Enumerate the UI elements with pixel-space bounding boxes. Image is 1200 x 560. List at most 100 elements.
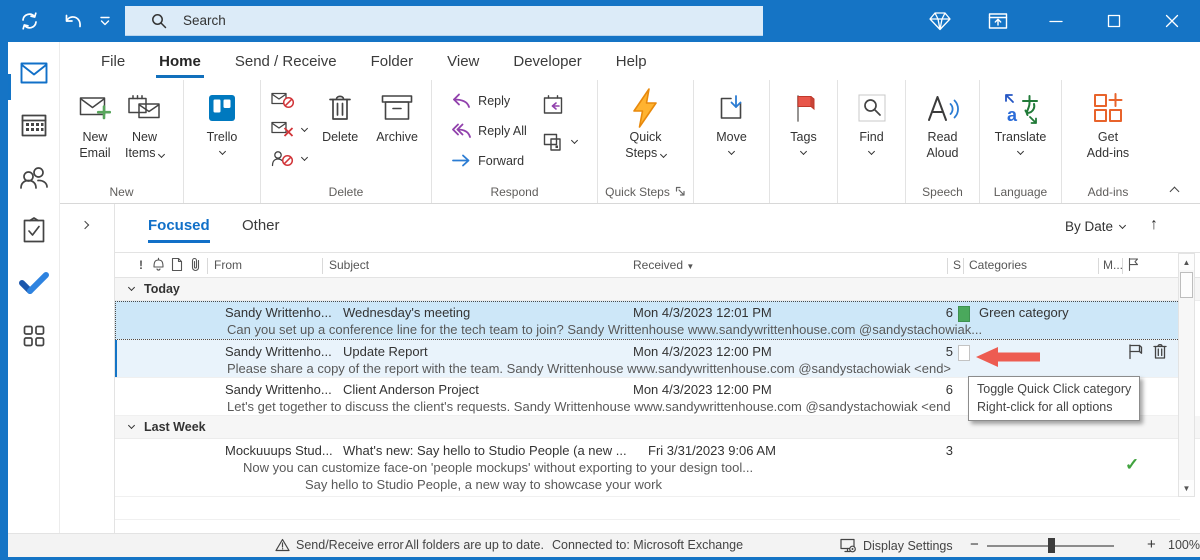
hover-delete-icon[interactable] — [1152, 343, 1168, 360]
display-settings-button[interactable]: Display Settings — [840, 538, 953, 553]
tab-file[interactable]: File — [84, 42, 142, 80]
tab-help[interactable]: Help — [599, 42, 664, 80]
email-row-mockuuups[interactable]: Mockuuups Stud... What's new: Say hello … — [115, 439, 1180, 497]
reply-button[interactable]: Reply — [448, 88, 531, 113]
people-icon — [20, 166, 48, 190]
get-addins-button[interactable]: Get Add-ins — [1080, 82, 1136, 161]
send-receive-sync-button[interactable] — [14, 0, 44, 42]
zoom-level: 100% — [1168, 538, 1200, 552]
new-email-button[interactable]: New Email — [72, 82, 118, 161]
group-label-tags — [773, 182, 834, 203]
group-header-today[interactable]: Today — [115, 278, 1200, 301]
ribbon-display-options-button[interactable] — [983, 0, 1013, 42]
junk-button[interactable] — [267, 117, 311, 142]
forward-button[interactable]: Forward — [448, 148, 531, 173]
move-button[interactable]: Move — [709, 82, 754, 156]
outlook-window: Search File Home Send / Receive Folder V… — [0, 0, 1200, 560]
ribbon-group-language: a Translate Language — [980, 80, 1062, 203]
nav-tasks[interactable] — [8, 213, 60, 247]
customize-quick-access-chevron[interactable] — [90, 0, 120, 42]
col-categories[interactable]: Categories — [969, 258, 1027, 272]
reminder-bell-icon[interactable] — [152, 257, 165, 271]
category-color-box[interactable] — [958, 306, 970, 322]
col-flag-icon[interactable] — [1127, 257, 1140, 272]
nav-mail[interactable] — [8, 56, 60, 100]
col-received[interactable]: Received ▼ — [633, 258, 694, 272]
search-input[interactable]: Search — [125, 6, 763, 36]
titlebar: Search — [0, 0, 1200, 42]
ribbon-group-delete: Delete Archive Delete — [261, 80, 432, 203]
expand-folder-pane-chevron[interactable] — [80, 220, 90, 230]
archive-button[interactable]: Archive — [369, 82, 425, 145]
new-email-icon — [79, 87, 111, 129]
group-label-speech: Speech — [922, 184, 963, 199]
col-mention[interactable]: M... — [1103, 258, 1123, 272]
find-button[interactable]: Find — [850, 82, 894, 156]
tab-send-receive[interactable]: Send / Receive — [218, 42, 354, 80]
scroll-down-button[interactable]: ▼ — [1179, 480, 1194, 496]
email-from: Sandy Writtenho... — [225, 382, 332, 397]
chevron-down-icon — [301, 153, 309, 161]
scrollbar-thumb[interactable] — [1180, 272, 1193, 298]
share-to-teams-button[interactable] — [539, 129, 581, 154]
email-preview: Let's get together to discuss the client… — [227, 399, 951, 414]
new-items-icon — [127, 87, 161, 129]
flag-complete-check-icon[interactable]: ✓ — [1125, 455, 1139, 475]
addins-grid-icon — [1092, 87, 1124, 129]
nav-calendar[interactable] — [8, 108, 60, 142]
quick-steps-button[interactable]: Quick Steps — [618, 82, 672, 161]
delete-button[interactable]: Delete — [315, 82, 365, 145]
hover-flag-icon[interactable] — [1127, 343, 1143, 360]
tab-developer[interactable]: Developer — [496, 42, 598, 80]
col-importance[interactable]: ! — [139, 258, 143, 272]
tooltip-line1: Toggle Quick Click category — [977, 382, 1132, 396]
chevron-down-icon — [301, 124, 309, 132]
maximize-button[interactable] — [1099, 0, 1129, 42]
collapse-group-chevron — [127, 283, 136, 292]
zoom-out-button[interactable]: − — [970, 536, 979, 553]
app-rail — [8, 42, 60, 533]
trello-button[interactable]: Trello — [199, 82, 245, 156]
ignore-button[interactable] — [267, 88, 311, 113]
zoom-in-button[interactable]: + — [1147, 536, 1156, 553]
coming-soon-gem-icon[interactable] — [925, 0, 955, 42]
read-aloud-button[interactable]: Read Aloud — [918, 82, 968, 161]
item-type-icon[interactable] — [171, 257, 183, 272]
todo-check-icon — [19, 272, 49, 294]
close-button[interactable] — [1157, 0, 1187, 42]
reply-all-button[interactable]: Reply All — [448, 118, 531, 143]
col-size[interactable]: S — [953, 258, 961, 272]
tab-folder[interactable]: Folder — [354, 42, 431, 80]
dialog-launcher-icon[interactable] — [675, 186, 686, 197]
col-from[interactable]: From — [214, 258, 242, 272]
translate-button[interactable]: a Translate — [988, 82, 1054, 156]
email-received: Mon 4/3/2023 12:00 PM — [633, 382, 772, 397]
calendar-icon — [21, 112, 47, 138]
minimize-button[interactable] — [1041, 0, 1071, 42]
scrollbar[interactable]: ▲ ▼ — [1178, 253, 1195, 497]
group-label-move — [697, 182, 766, 203]
tab-other[interactable]: Other — [242, 217, 280, 234]
tab-home[interactable]: Home — [142, 42, 218, 80]
nav-people[interactable] — [8, 161, 60, 195]
new-items-button[interactable]: New Items — [118, 82, 171, 161]
meeting-reply-button[interactable] — [539, 92, 581, 117]
email-row-wednesdays-meeting[interactable]: Sandy Writtenho... Wednesday's meeting M… — [115, 301, 1180, 340]
tab-focused[interactable]: Focused — [148, 217, 210, 243]
sort-direction-button[interactable]: ↑ — [1150, 216, 1158, 234]
forward-icon — [452, 154, 470, 167]
tab-view[interactable]: View — [430, 42, 496, 80]
sort-by-dropdown[interactable]: By Date — [1065, 219, 1127, 234]
tags-button[interactable]: Tags — [783, 82, 823, 156]
category-quick-click-box[interactable] — [958, 345, 970, 361]
nav-todo[interactable] — [8, 266, 60, 300]
nav-more-apps[interactable] — [8, 319, 60, 353]
attachment-paperclip-icon[interactable] — [190, 257, 201, 272]
block-sender-button[interactable] — [267, 146, 311, 171]
send-receive-error[interactable]: Send/Receive error — [275, 538, 404, 552]
col-subject[interactable]: Subject — [329, 258, 369, 272]
email-preview: Now you can customize face-on 'people mo… — [243, 460, 754, 475]
zoom-slider-thumb[interactable] — [1048, 538, 1055, 553]
undo-button[interactable] — [58, 0, 88, 42]
scroll-up-button[interactable]: ▲ — [1179, 254, 1194, 270]
